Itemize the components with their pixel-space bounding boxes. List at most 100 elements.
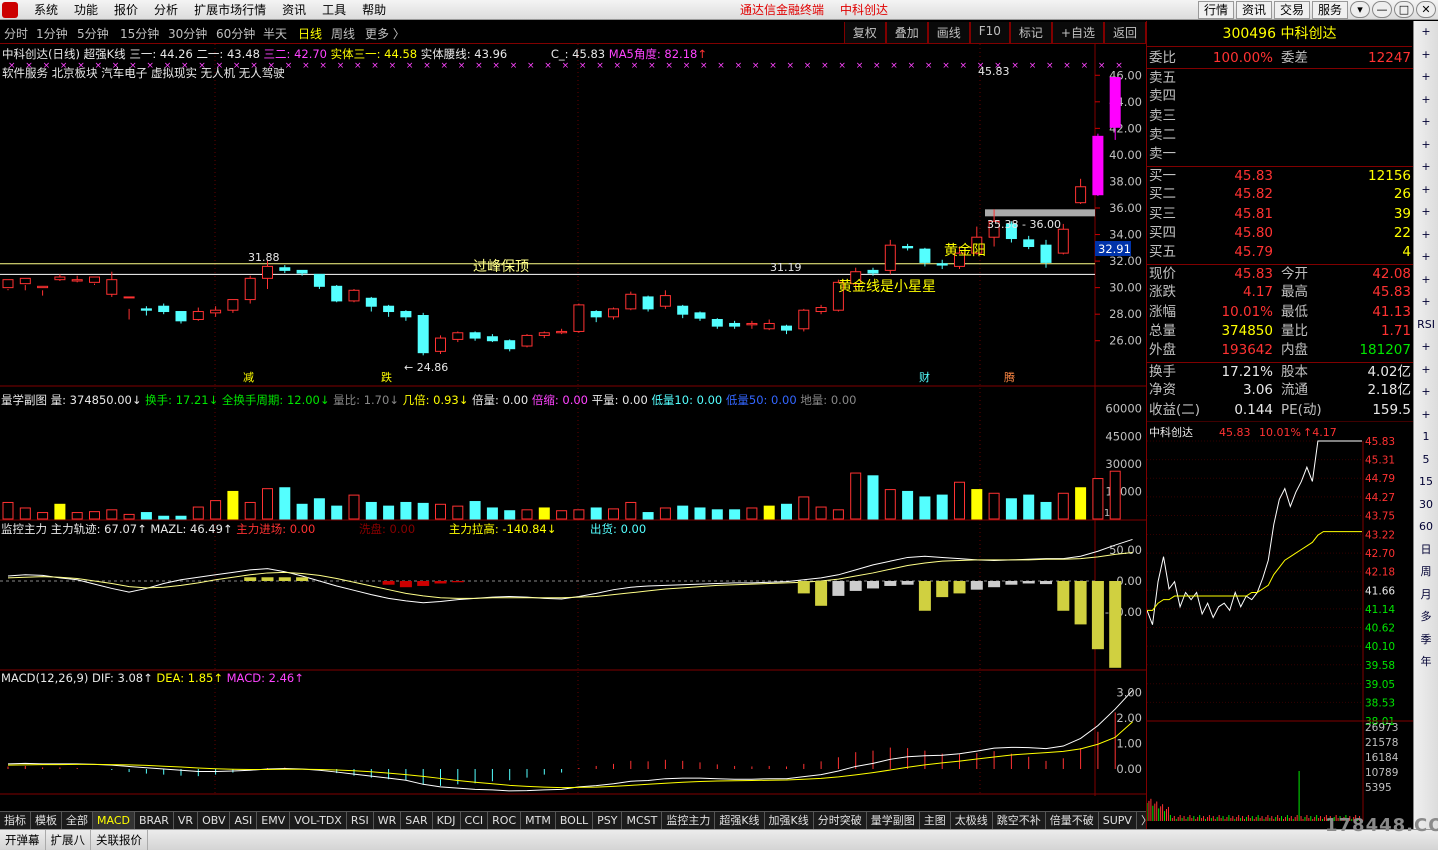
status-button[interactable]: 关联报价 (91, 830, 148, 850)
indicator-tab[interactable]: VOL-TDX (290, 812, 347, 829)
indicator-tab[interactable]: 超强K线 (715, 812, 765, 829)
indicator-tab[interactable]: OBV (198, 812, 231, 829)
candle-body[interactable] (504, 340, 516, 350)
candle-body[interactable] (106, 279, 118, 295)
toolbar-button[interactable]: + (1414, 21, 1438, 44)
candle-body[interactable] (400, 311, 412, 318)
candle-body[interactable] (348, 289, 360, 302)
minimize-icon[interactable]: — (1372, 1, 1392, 18)
toolbar-button[interactable]: 多 (1414, 606, 1438, 629)
candle-body[interactable] (659, 295, 671, 307)
toolbar-button[interactable]: 季 (1414, 629, 1438, 652)
menu-item[interactable]: 帮助 (354, 2, 394, 18)
period-tab[interactable]: 5分钟 (77, 25, 109, 42)
toolbar-button[interactable]: 周 (1414, 561, 1438, 584)
toolbar-button[interactable]: + (1414, 44, 1438, 67)
indicator-tab[interactable]: 模板 (31, 812, 62, 829)
chart-tool-button[interactable]: +自选 (1051, 22, 1104, 43)
candle-body[interactable] (763, 322, 775, 330)
toolbar-button[interactable]: + (1414, 246, 1438, 269)
menu-item[interactable]: 分析 (146, 2, 186, 18)
candle-body[interactable] (590, 311, 602, 318)
candle-body[interactable] (192, 311, 204, 320)
toolbar-button[interactable]: 60 (1414, 516, 1438, 539)
top-button[interactable]: 服务 (1311, 1, 1348, 19)
toolbar-button[interactable]: + (1414, 134, 1438, 157)
candle-body[interactable] (383, 305, 395, 313)
period-tab[interactable]: 15分钟 (120, 25, 159, 42)
indicator-tab[interactable]: MTM (521, 812, 556, 829)
candle-body[interactable] (71, 279, 83, 282)
menu-item[interactable]: 资讯 (274, 2, 314, 18)
indicator-tab[interactable]: 量学副图 (867, 812, 920, 829)
candle-body[interactable] (711, 318, 723, 327)
candle-body[interactable] (279, 267, 291, 271)
chart-tool-button[interactable]: 返回 (1103, 22, 1146, 43)
candle-body[interactable] (37, 285, 49, 289)
candle-body[interactable] (1092, 135, 1104, 196)
indicator-tab[interactable]: MACD (93, 812, 135, 829)
candle-body[interactable] (486, 336, 498, 342)
indicator-tab[interactable]: 倍量不破 (1046, 812, 1099, 829)
candle-body[interactable] (331, 285, 343, 302)
chart-tool-button[interactable]: 叠加 (885, 22, 928, 43)
indicator-tab[interactable]: BOLL (556, 812, 594, 829)
toolbar-button[interactable]: + (1414, 359, 1438, 382)
toolbar-button[interactable]: + (1414, 404, 1438, 427)
indicator-tab[interactable]: 跳空不补 (993, 812, 1046, 829)
period-tab[interactable]: 分时 (4, 25, 28, 42)
indicator-tab[interactable]: KDJ (433, 812, 461, 829)
toolbar-button[interactable]: + (1414, 111, 1438, 134)
candle-body[interactable] (469, 332, 481, 339)
candle-body[interactable] (781, 325, 792, 331)
stock-code-name[interactable]: 300496 中科创达 (1147, 21, 1412, 47)
candle-body[interactable] (417, 315, 429, 354)
candle-body[interactable] (313, 273, 325, 287)
candle-body[interactable] (746, 322, 758, 326)
indicator-tab[interactable]: VR (174, 812, 199, 829)
indicator-tab[interactable]: ASI (230, 812, 258, 829)
toolbar-button[interactable]: + (1414, 269, 1438, 292)
candle-body[interactable] (642, 296, 654, 310)
candle-body[interactable] (123, 296, 135, 299)
candle-body[interactable] (902, 245, 914, 249)
indicator-tab[interactable]: 主图 (920, 812, 951, 829)
candle-body[interactable] (2, 279, 14, 289)
chart-tool-button[interactable]: 标记 (1009, 22, 1052, 43)
toolbar-button[interactable]: 5 (1414, 449, 1438, 472)
candle-body[interactable] (521, 334, 533, 347)
candle-body[interactable] (538, 332, 550, 336)
maximize-icon[interactable]: □ (1394, 1, 1414, 18)
kline-chart-area[interactable]: 46.00 44.00 42.00 40.00 38.00 36.00 34.00 32.00… (0, 44, 1146, 811)
candle-body[interactable] (1057, 228, 1069, 254)
candle-body[interactable] (608, 308, 619, 318)
candle-body[interactable] (798, 309, 810, 330)
indicator-tab[interactable]: 全部 (62, 812, 93, 829)
menu-item[interactable]: 功能 (66, 2, 106, 18)
candle-body[interactable] (262, 265, 273, 279)
candle-body[interactable] (19, 277, 31, 285)
toolbar-button[interactable]: + (1414, 201, 1438, 224)
candle-body[interactable] (140, 308, 152, 311)
indicator-tab[interactable]: MCST (622, 812, 663, 829)
candle-body[interactable] (1040, 244, 1052, 263)
candle-body[interactable] (89, 276, 100, 283)
candle-body[interactable] (296, 269, 308, 274)
top-button[interactable]: 资讯 (1235, 1, 1272, 19)
intraday-mini-chart[interactable]: 中科创达 45.83 10.01% ↑4.17 45.83 45.31 44.79 44.27… (1147, 421, 1413, 821)
period-tab[interactable]: 60分钟 (216, 25, 255, 42)
candle-body[interactable] (210, 309, 222, 314)
candle-body[interactable] (54, 276, 66, 281)
indicator-tab[interactable]: CCI (461, 812, 489, 829)
toolbar-button[interactable]: + (1414, 224, 1438, 247)
period-tab[interactable]: 半天 (263, 25, 287, 42)
indicator-tab[interactable]: 太极线 (951, 812, 993, 829)
indicator-tab[interactable]: PSY (593, 812, 623, 829)
candle-body[interactable] (556, 330, 568, 334)
candle-body[interactable] (1023, 239, 1035, 247)
candle-body[interactable] (815, 307, 827, 313)
chart-tool-button[interactable]: 画线 (927, 22, 970, 43)
toolbar-button[interactable]: 15 (1414, 471, 1438, 494)
candle-body[interactable] (694, 312, 706, 319)
indicator-tab[interactable]: BRAR (135, 812, 174, 829)
